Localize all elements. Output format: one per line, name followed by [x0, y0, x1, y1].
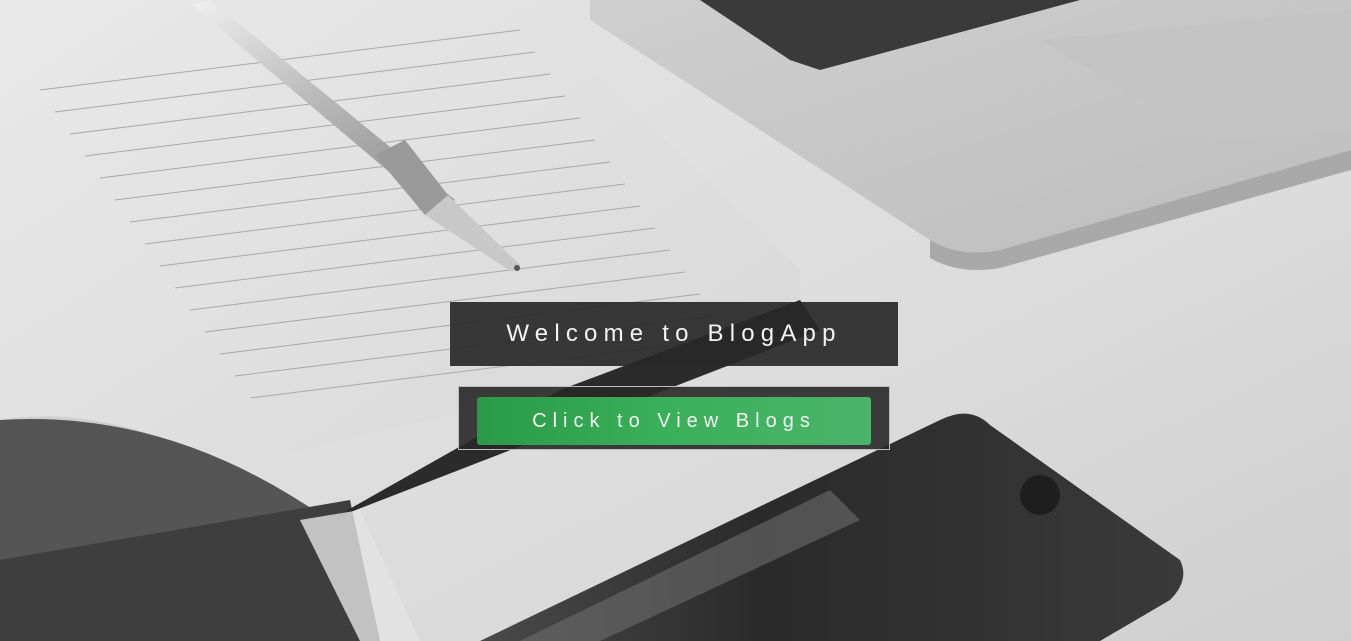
- cta-frame: Click to View Blogs: [458, 386, 890, 450]
- welcome-title: Welcome to BlogApp: [506, 320, 842, 347]
- hero-section: Welcome to BlogApp Click to View Blogs: [0, 0, 1351, 641]
- welcome-title-box: Welcome to BlogApp: [450, 302, 898, 366]
- view-blogs-button[interactable]: Click to View Blogs: [477, 397, 871, 445]
